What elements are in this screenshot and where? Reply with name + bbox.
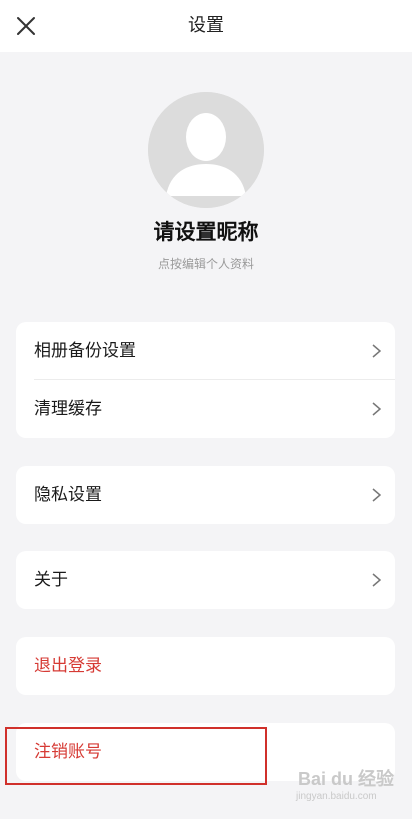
about-item[interactable]: 关于 (16, 551, 395, 609)
chevron-right-icon (372, 488, 381, 502)
chevron-right-icon (372, 344, 381, 358)
privacy-settings-label: 隐私设置 (34, 485, 102, 505)
logout-card: 退出登录 (16, 637, 395, 695)
watermark-sub: jingyan.baidu.com (296, 791, 377, 802)
watermark: Bai du 经验 jingyan.baidu.com (292, 765, 404, 807)
top-bar: 设置 (0, 0, 412, 52)
watermark-main: Bai du 经验 (298, 769, 395, 789)
settings-card-storage: 相册备份设置 清理缓存 (16, 322, 395, 438)
logout-button[interactable]: 退出登录 (16, 637, 395, 695)
nickname[interactable]: 请设置昵称 (0, 216, 412, 246)
settings-card-about: 关于 (16, 551, 395, 609)
delete-account-label: 注销账号 (34, 742, 102, 762)
edit-profile-hint[interactable]: 点按编辑个人资料 (0, 255, 412, 272)
default-avatar-icon (148, 92, 264, 208)
avatar[interactable] (148, 92, 264, 208)
album-backup-settings-label: 相册备份设置 (34, 341, 136, 361)
settings-card-privacy: 隐私设置 (16, 466, 395, 524)
chevron-right-icon (372, 573, 381, 587)
privacy-settings-item[interactable]: 隐私设置 (16, 466, 395, 524)
album-backup-settings-item[interactable]: 相册备份设置 (16, 322, 395, 380)
chevron-right-icon (372, 402, 381, 416)
clear-cache-label: 清理缓存 (34, 399, 102, 419)
page-title: 设置 (188, 15, 224, 36)
about-label: 关于 (34, 570, 68, 590)
logout-label: 退出登录 (34, 656, 102, 676)
clear-cache-item[interactable]: 清理缓存 (16, 380, 395, 438)
